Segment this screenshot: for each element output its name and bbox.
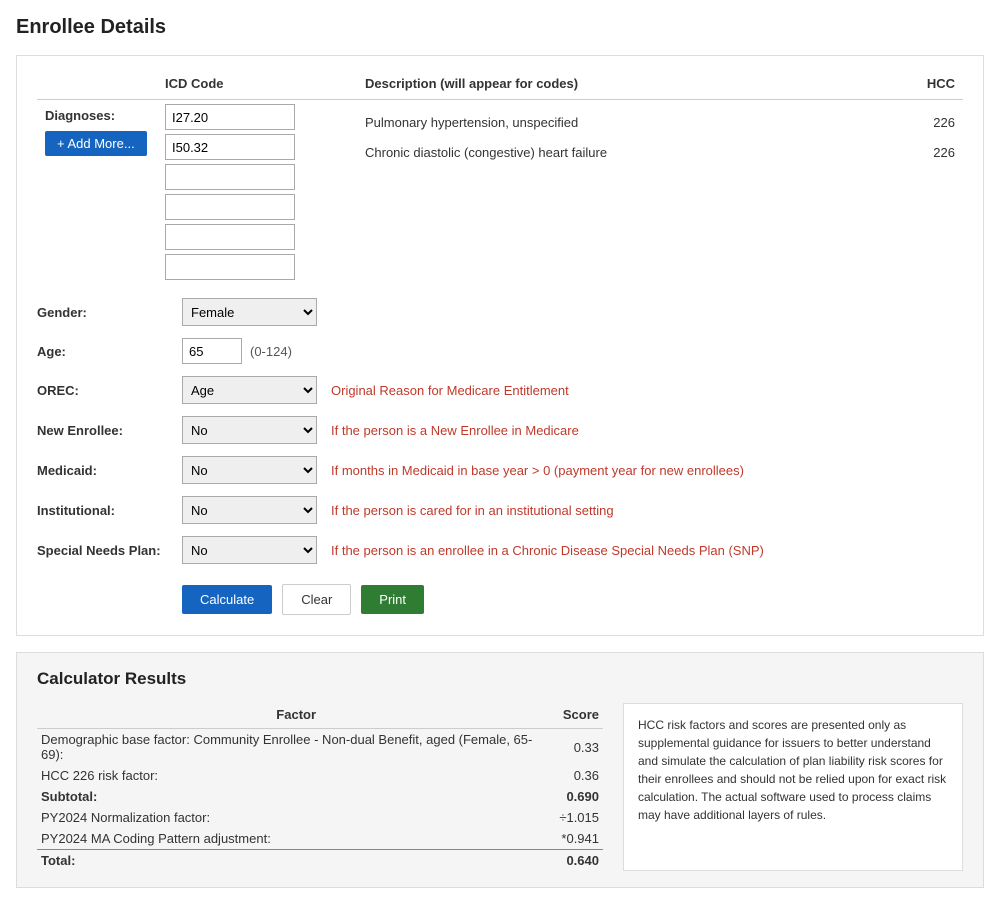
orec-select[interactable]: Age Disability ESRD Disability and ESRD — [182, 376, 317, 404]
result-factor-subtotal: Subtotal: — [37, 786, 555, 807]
gender-select[interactable]: Female Male — [182, 298, 317, 326]
col-header-icd: ICD Code — [157, 72, 357, 100]
icd-input-4[interactable] — [165, 224, 295, 250]
result-score-1: 0.36 — [555, 765, 603, 786]
result-row-1: HCC 226 risk factor: 0.36 — [37, 765, 603, 786]
icd-input-0[interactable] — [165, 104, 295, 130]
icd-input-3[interactable] — [165, 194, 295, 220]
result-score-3: *0.941 — [555, 828, 603, 850]
snp-label: Special Needs Plan: — [37, 543, 182, 558]
medicaid-select[interactable]: No Yes — [182, 456, 317, 484]
result-factor-1: HCC 226 risk factor: — [37, 765, 555, 786]
age-label: Age: — [37, 344, 182, 359]
icd-input-2[interactable] — [165, 164, 295, 190]
results-col-factor: Factor — [37, 703, 555, 729]
page-title: Enrollee Details — [16, 16, 984, 39]
results-note: HCC risk factors and scores are presente… — [623, 703, 963, 871]
result-score-total: 0.640 — [555, 850, 603, 872]
icd-input-5[interactable] — [165, 254, 295, 280]
diag-desc-5 — [365, 258, 866, 288]
result-score-0: 0.33 — [555, 729, 603, 766]
diagnoses-label: Diagnoses: — [45, 108, 149, 123]
institutional-select[interactable]: No Yes — [182, 496, 317, 524]
enrollee-details-section: ICD Code Description (will appear for co… — [16, 55, 984, 636]
enrollee-table: ICD Code Description (will appear for co… — [37, 72, 963, 292]
diag-desc-1: Chronic diastolic (congestive) heart fai… — [365, 138, 866, 168]
age-input[interactable] — [182, 338, 242, 364]
result-score-subtotal: 0.690 — [555, 786, 603, 807]
print-button[interactable]: Print — [361, 585, 424, 614]
diag-desc-2 — [365, 168, 866, 198]
institutional-label: Institutional: — [37, 503, 182, 518]
institutional-hint: If the person is cared for in an institu… — [331, 503, 614, 518]
clear-button[interactable]: Clear — [282, 584, 351, 615]
diag-desc-4 — [365, 228, 866, 258]
result-row-2: PY2024 Normalization factor: ÷1.015 — [37, 807, 603, 828]
diag-hcc-0: 226 — [882, 108, 955, 138]
diag-hcc-2 — [882, 168, 955, 198]
diag-hcc-3 — [882, 198, 955, 228]
action-buttons: Calculate Clear Print — [37, 584, 963, 615]
result-factor-0: Demographic base factor: Community Enrol… — [37, 729, 555, 766]
result-factor-2: PY2024 Normalization factor: — [37, 807, 555, 828]
result-row-total: Total: 0.640 — [37, 850, 603, 872]
age-range: (0-124) — [250, 344, 292, 359]
col-header-hcc: HCC — [874, 72, 963, 100]
new-enrollee-select[interactable]: No Yes — [182, 416, 317, 444]
diagnoses-row: Diagnoses: + Add More... Pulmonary hyper… — [37, 100, 963, 293]
result-row-subtotal: Subtotal: 0.690 — [37, 786, 603, 807]
result-row-0: Demographic base factor: Community Enrol… — [37, 729, 603, 766]
icd-input-1[interactable] — [165, 134, 295, 160]
medicaid-row: Medicaid: No Yes If months in Medicaid i… — [37, 450, 963, 490]
result-score-2: ÷1.015 — [555, 807, 603, 828]
gender-label: Gender: — [37, 305, 182, 320]
orec-hint: Original Reason for Medicare Entitlement — [331, 383, 569, 398]
snp-hint: If the person is an enrollee in a Chroni… — [331, 543, 764, 558]
snp-select[interactable]: No Yes — [182, 536, 317, 564]
result-factor-3: PY2024 MA Coding Pattern adjustment: — [37, 828, 555, 850]
col-header-desc: Description (will appear for codes) — [357, 72, 874, 100]
orec-row: OREC: Age Disability ESRD Disability and… — [37, 370, 963, 410]
new-enrollee-label: New Enrollee: — [37, 423, 182, 438]
new-enrollee-hint: If the person is a New Enrollee in Medic… — [331, 423, 579, 438]
results-table-col: Factor Score Demographic base factor: Co… — [37, 703, 603, 871]
institutional-row: Institutional: No Yes If the person is c… — [37, 490, 963, 530]
calculate-button[interactable]: Calculate — [182, 585, 272, 614]
medicaid-label: Medicaid: — [37, 463, 182, 478]
snp-row: Special Needs Plan: No Yes If the person… — [37, 530, 963, 570]
new-enrollee-row: New Enrollee: No Yes If the person is a … — [37, 410, 963, 450]
calculator-results-section: Calculator Results Factor Score Demograp… — [16, 652, 984, 888]
results-layout: Factor Score Demographic base factor: Co… — [37, 703, 963, 871]
diag-hcc-5 — [882, 258, 955, 288]
results-title: Calculator Results — [37, 669, 963, 689]
results-col-score: Score — [555, 703, 603, 729]
diag-hcc-1: 226 — [882, 138, 955, 168]
diag-hcc-4 — [882, 228, 955, 258]
age-row: Age: (0-124) — [37, 332, 963, 370]
result-factor-total: Total: — [37, 850, 555, 872]
medicaid-hint: If months in Medicaid in base year > 0 (… — [331, 463, 744, 478]
orec-label: OREC: — [37, 383, 182, 398]
diag-desc-3 — [365, 198, 866, 228]
diag-desc-0: Pulmonary hypertension, unspecified — [365, 108, 866, 138]
result-row-3: PY2024 MA Coding Pattern adjustment: *0.… — [37, 828, 603, 850]
add-more-button[interactable]: + Add More... — [45, 131, 147, 156]
gender-row: Gender: Female Male — [37, 292, 963, 332]
results-table: Factor Score Demographic base factor: Co… — [37, 703, 603, 871]
